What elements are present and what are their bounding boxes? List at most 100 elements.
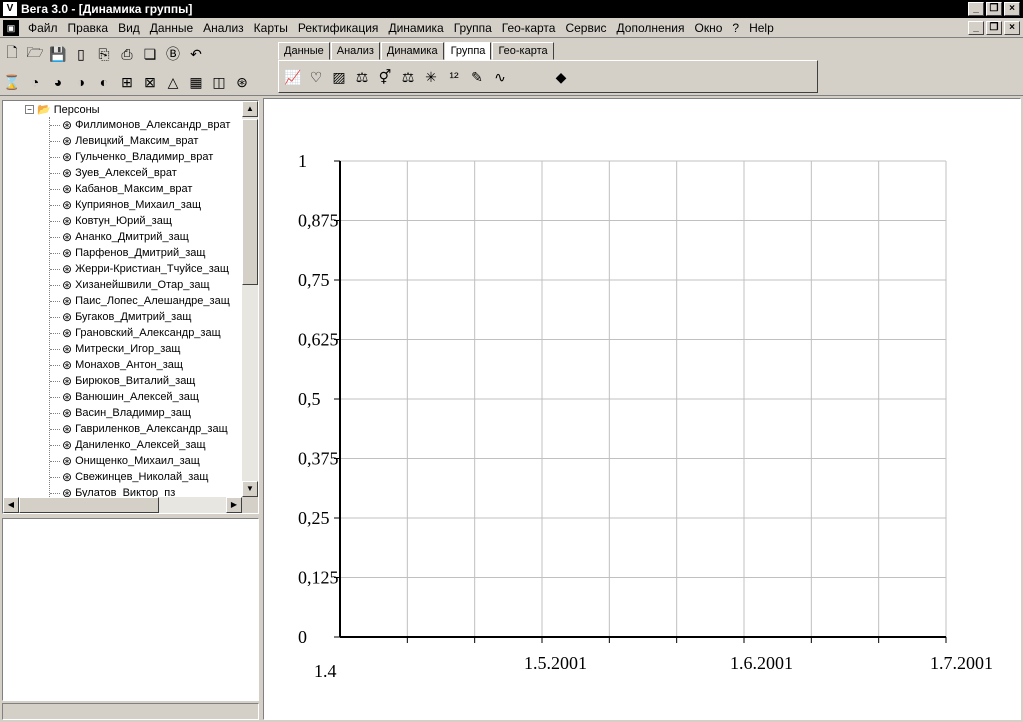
menu-item[interactable]: Вид: [113, 21, 145, 35]
menu-item[interactable]: Гео-карта: [497, 21, 561, 35]
tree-vertical-scrollbar[interactable]: ▲ ▼: [242, 101, 258, 497]
grid-arrow-icon-2[interactable]: ⊠: [140, 72, 160, 92]
tree-horizontal-scrollbar[interactable]: ◀ ▶: [3, 497, 242, 513]
doc-restore-button[interactable]: ❐: [986, 21, 1002, 35]
tree-item-label: Бирюков_Виталий_защ: [75, 375, 196, 387]
page-icon[interactable]: ▯: [71, 44, 91, 64]
tree-item[interactable]: ⊛ Васин_Владимир_защ: [50, 405, 242, 421]
toolbar-tab[interactable]: Данные: [278, 42, 330, 60]
shapes-icon-3[interactable]: ◫: [209, 72, 229, 92]
copy-page-icon[interactable]: ⎘: [94, 44, 114, 64]
restore-button[interactable]: ❐: [986, 2, 1002, 16]
tree-item[interactable]: ⊛ Бирюков_Виталий_защ: [50, 373, 242, 389]
document-icon[interactable]: ▣: [3, 19, 19, 36]
menu-item[interactable]: Динамика: [383, 21, 448, 35]
tree-item[interactable]: ⊛ Хизанейшвили_Отар_защ: [50, 277, 242, 293]
toolbar-area: 🗋 🗁 💾 ▯ ⎘ ⎙ ❏ Ⓑ ↶ ⌛ ◔ ◕ ◑ ◐ ⊞ ⊠ △ ▦ ◫ ⊛ …: [0, 40, 1023, 96]
tree-item[interactable]: ⊛ Зуев_Алексей_врат: [50, 165, 242, 181]
tree-item[interactable]: ⊛ Ананко_Дмитрий_защ: [50, 229, 242, 245]
save-icon[interactable]: 💾: [48, 44, 68, 64]
collapse-icon[interactable]: −: [25, 105, 34, 114]
shapes-icon-1[interactable]: △: [163, 72, 183, 92]
menu-item[interactable]: Группа: [449, 21, 497, 35]
toolbar-tab[interactable]: Группа: [444, 42, 492, 60]
tree-item[interactable]: ⊛ Филлимонов_Александр_врат: [50, 117, 242, 133]
y-tick-label: 0: [298, 627, 307, 647]
tree-item[interactable]: ⊛ Паис_Лопес_Алешандре_защ: [50, 293, 242, 309]
chart-line-icon[interactable]: 📈: [283, 67, 303, 87]
copy-icon[interactable]: ❏: [140, 44, 160, 64]
tree-item[interactable]: ⊛ Ковтун_Юрий_защ: [50, 213, 242, 229]
clock-icon-2[interactable]: ◕: [48, 72, 68, 92]
pen-icon[interactable]: ✎: [467, 67, 487, 87]
tree-item[interactable]: ⊛ Куприянов_Михаил_защ: [50, 197, 242, 213]
details-panel: [2, 518, 259, 701]
menu-item[interactable]: Файл: [23, 21, 63, 35]
minimize-button[interactable]: _: [968, 2, 984, 16]
hourglass-icon[interactable]: ⌛: [2, 72, 22, 92]
toolbar-tab[interactable]: Динамика: [380, 42, 444, 60]
tree-item-label: Даниленко_Алексей_защ: [75, 439, 206, 451]
tree-item[interactable]: ⊛ Бугаков_Дмитрий_защ: [50, 309, 242, 325]
sparkle-icon[interactable]: ✳: [421, 67, 441, 87]
doc-close-button[interactable]: ×: [1004, 21, 1020, 35]
heart-icon[interactable]: ♡: [306, 67, 326, 87]
new-file-icon[interactable]: 🗋: [2, 44, 22, 64]
scroll-down-icon[interactable]: ▼: [242, 481, 258, 497]
close-button[interactable]: ×: [1004, 2, 1020, 16]
tree-item[interactable]: ⊛ Булатов_Виктор_пз: [50, 485, 242, 497]
ball-icon[interactable]: ⊛: [232, 72, 252, 92]
menu-item[interactable]: Окно: [690, 21, 728, 35]
clock-icon-3[interactable]: ◑: [71, 72, 91, 92]
menu-bar: ▣ Файл Правка Вид Данные Анализ Карты Ректифик…: [0, 18, 1023, 38]
doc-minimize-button[interactable]: _: [968, 21, 984, 35]
tree-item[interactable]: ⊛ Даниленко_Алексей_защ: [50, 437, 242, 453]
scroll-up-icon[interactable]: ▲: [242, 101, 258, 117]
shapes-icon-2[interactable]: ▦: [186, 72, 206, 92]
tree-item[interactable]: ⊛ Свежинцев_Николай_защ: [50, 469, 242, 485]
menu-item[interactable]: Данные: [145, 21, 198, 35]
tree-item[interactable]: ⊛ Жерри-Кристиан_Тчуйсе_защ: [50, 261, 242, 277]
tree-item[interactable]: ⊛ Кабанов_Максим_врат: [50, 181, 242, 197]
tree-item[interactable]: ⊛ Ванюшин_Алексей_защ: [50, 389, 242, 405]
menu-item[interactable]: Ректификация: [293, 21, 384, 35]
menu-item[interactable]: Дополнения: [612, 21, 690, 35]
tree-item[interactable]: ⊛ Грановский_Александр_защ: [50, 325, 242, 341]
tree-item[interactable]: ⊛ Онищенко_Михаил_защ: [50, 453, 242, 469]
clock-icon-1[interactable]: ◔: [25, 72, 45, 92]
tree-item[interactable]: ⊛ Левицкий_Максим_врат: [50, 133, 242, 149]
balance-icon[interactable]: ⚖: [398, 67, 418, 87]
print-icon[interactable]: ⎙: [117, 44, 137, 64]
tree-item[interactable]: ⊛ Гавриленков_Александр_защ: [50, 421, 242, 437]
scales-icon[interactable]: ⚖: [352, 67, 372, 87]
bp-icon[interactable]: Ⓑ: [163, 44, 183, 64]
menu-item[interactable]: Сервис: [560, 21, 611, 35]
curve-icon[interactable]: ∿: [490, 67, 510, 87]
eraser-icon[interactable]: ◆: [551, 67, 571, 87]
scroll-thumb[interactable]: [242, 119, 258, 285]
grid-arrow-icon-1[interactable]: ⊞: [117, 72, 137, 92]
tree-item[interactable]: ⊛ Монахов_Антон_защ: [50, 357, 242, 373]
tree-item[interactable]: ⊛ Митрески_Игор_защ: [50, 341, 242, 357]
x-tick-label: 1.5.2001: [524, 653, 587, 673]
tree-root[interactable]: − 📂 Персоны: [25, 103, 100, 116]
undo-icon[interactable]: ↶: [186, 44, 206, 64]
open-folder-icon[interactable]: 🗁: [25, 44, 45, 64]
toolbar-tab[interactable]: Анализ: [330, 42, 380, 60]
gender-icon[interactable]: ⚥: [375, 67, 395, 87]
soccer-ball-icon: ⊛: [62, 166, 73, 180]
hatch-icon[interactable]: ▨: [329, 67, 349, 87]
scroll-right-icon[interactable]: ▶: [226, 497, 242, 513]
numbers-icon[interactable]: ¹²: [444, 67, 464, 87]
scroll-left-icon[interactable]: ◀: [3, 497, 19, 513]
menu-item[interactable]: Правка: [63, 21, 114, 35]
menu-item[interactable]: Help: [744, 21, 779, 35]
tree-item[interactable]: ⊛ Парфенов_Дмитрий_защ: [50, 245, 242, 261]
clock-icon-4[interactable]: ◐: [94, 72, 114, 92]
toolbar-tab[interactable]: Гео-карта: [492, 42, 554, 60]
h-scroll-thumb[interactable]: [19, 497, 159, 513]
menu-item[interactable]: Карты: [249, 21, 293, 35]
menu-item[interactable]: ?: [727, 21, 744, 35]
tree-item[interactable]: ⊛ Гульченко_Владимир_врат: [50, 149, 242, 165]
menu-item[interactable]: Анализ: [198, 21, 249, 35]
